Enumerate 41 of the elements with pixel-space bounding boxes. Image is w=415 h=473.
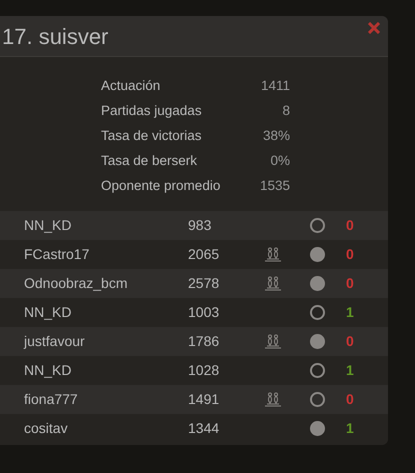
opponent-rating: 1786: [188, 332, 220, 351]
opponent-name: NN_KD: [24, 216, 72, 235]
opponent-name: cositav: [24, 419, 69, 438]
opponent-rating: 2065: [188, 245, 220, 264]
game-row[interactable]: fiona777 1491 0: [0, 385, 388, 414]
game-score: 1: [346, 419, 354, 438]
opponent-name: Odnoobraz_bcm: [24, 274, 129, 293]
opponent-name: NN_KD: [24, 361, 72, 380]
game-score: 0: [346, 274, 354, 293]
game-row[interactable]: Odnoobraz_bcm 2578 0: [0, 269, 388, 298]
game-score: 1: [346, 303, 354, 322]
game-score: 0: [346, 332, 354, 351]
stat-value: 1411: [260, 77, 290, 95]
stat-value: 38%: [262, 127, 290, 145]
opponent-rating: 1003: [188, 303, 220, 322]
stat-label: Partidas jugadas: [101, 102, 202, 120]
stat-value: 1535: [260, 177, 290, 195]
game-score: 0: [346, 390, 354, 409]
close-icon: [368, 22, 380, 34]
opponent-name: fiona777: [24, 390, 79, 409]
panel-title: 17. suisver: [2, 22, 108, 50]
opponent-name: justfavour: [24, 332, 86, 351]
stat-label: Tasa de victorias: [101, 127, 202, 145]
opponent-rating: 1028: [188, 361, 220, 380]
opponent-rating: 1344: [188, 419, 220, 438]
game-score: 0: [346, 216, 354, 235]
stat-value: 8: [282, 102, 290, 120]
stat-label: Actuación: [101, 77, 160, 95]
stat-label: Tasa de berserk: [101, 152, 198, 170]
opponent-rating: 1491: [188, 390, 220, 409]
game-score: 0: [346, 245, 354, 264]
stat-value: 0%: [270, 152, 290, 170]
game-score: 1: [346, 361, 354, 380]
game-row[interactable]: NN_KD 983 0: [0, 211, 388, 240]
close-button[interactable]: [368, 22, 380, 34]
game-row[interactable]: justfavour 1786 0: [0, 327, 388, 356]
opponent-name: NN_KD: [24, 303, 72, 322]
opponent-rating: 983: [188, 216, 212, 235]
opponent-name: FCastro17: [24, 245, 90, 264]
stat-label: Oponente promedio: [101, 177, 220, 195]
opponent-rating: 2578: [188, 274, 220, 293]
